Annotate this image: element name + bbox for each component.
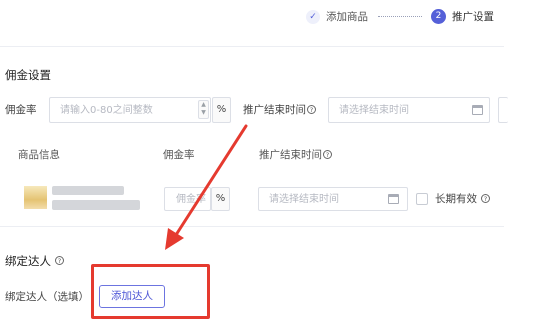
help-icon[interactable]: ? xyxy=(55,256,64,265)
end-time-placeholder: 请选择结束时间 xyxy=(339,105,409,116)
table-header: 商品信息 佣金率 推广结束时间 ? xyxy=(0,141,504,169)
commission-rate-input[interactable]: 请输入0-80之间整数 ▲ ▼ xyxy=(49,97,211,123)
calendar-icon xyxy=(472,105,483,115)
commission-rate-label: 佣金率 xyxy=(5,104,37,116)
commission-section-title: 佣金设置 xyxy=(5,68,51,82)
step-complete-check-icon: ✓ xyxy=(306,10,320,24)
commission-rate-placeholder: 请输入0-80之间整数 xyxy=(60,105,153,116)
row-end-time-placeholder: 请选择结束时间 xyxy=(269,194,339,205)
highlight-annotation-box xyxy=(91,264,210,319)
product-detail-blurred xyxy=(52,200,140,210)
stepper-down-icon[interactable]: ▼ xyxy=(199,109,208,117)
stepper-up-icon[interactable]: ▲ xyxy=(199,101,208,109)
promotion-end-time-label: 推广结束时间 xyxy=(243,104,306,116)
row-percent-suffix: % xyxy=(211,187,230,211)
bind-influencer-section-title: 绑定达人 xyxy=(5,254,51,268)
header-commission-rate: 佣金率 xyxy=(163,149,195,161)
step-connector xyxy=(378,16,422,17)
row-commission-rate-input[interactable]: 佣金率 xyxy=(164,187,211,211)
header-end-time: 推广结束时间 xyxy=(259,149,322,161)
step-promotion-settings-label: 推广设置 xyxy=(452,11,494,23)
step-add-product-label: 添加商品 xyxy=(326,11,368,23)
long-term-label: 长期有效 xyxy=(435,193,477,205)
percent-suffix: % xyxy=(212,97,231,123)
row-divider xyxy=(0,226,504,227)
arrow-head xyxy=(165,228,184,250)
header-product-info: 商品信息 xyxy=(18,149,60,161)
help-icon[interactable]: ? xyxy=(323,150,332,159)
calendar-icon xyxy=(388,194,399,204)
row-commission-rate-placeholder: 佣金率 xyxy=(176,194,206,205)
divider xyxy=(0,46,504,47)
end-time-picker[interactable]: 请选择结束时间 xyxy=(328,97,490,123)
row-end-time-picker[interactable]: 请选择结束时间 xyxy=(258,187,408,211)
long-term-checkbox[interactable] xyxy=(416,193,428,205)
product-name-blurred xyxy=(52,186,124,195)
rate-stepper[interactable]: ▲ ▼ xyxy=(198,100,209,119)
product-thumbnail xyxy=(24,186,47,209)
help-icon[interactable]: ? xyxy=(481,194,490,203)
bind-influencer-label: 绑定达人（选填） xyxy=(5,291,89,303)
truncated-field xyxy=(498,97,508,123)
step-number-badge: 2 xyxy=(431,9,446,24)
help-icon[interactable]: ? xyxy=(307,105,316,114)
